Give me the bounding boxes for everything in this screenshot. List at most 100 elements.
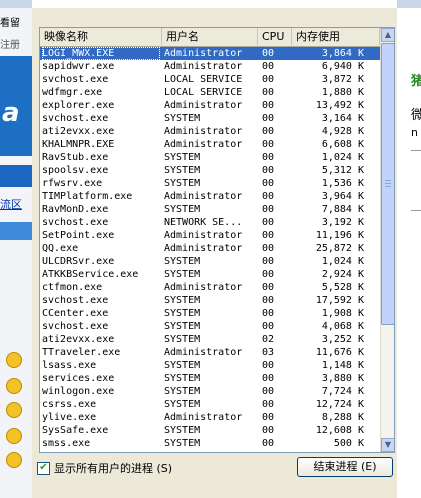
process-cpu: 00 — [262, 373, 275, 384]
show-all-users-checkbox[interactable]: ✔ — [37, 462, 50, 475]
process-user: SYSTEM — [164, 295, 201, 306]
process-row[interactable]: ati2evxx.exe SYSTEM 02 3,252 K — [40, 333, 380, 346]
process-list[interactable]: 映像名称 用户名 CPU 内存使用 LOGI_MWX.EXE Administra… — [39, 27, 395, 453]
process-cpu: 00 — [262, 87, 275, 98]
scroll-down-button[interactable]: ▼ — [381, 438, 394, 452]
process-row[interactable]: ylive.exe Administrator 00 8,288 K — [40, 411, 380, 424]
process-row[interactable]: wdfmgr.exe LOCAL SERVICE 00 1,880 K — [40, 86, 380, 99]
process-row[interactable]: ATKKBService.exe SYSTEM 00 2,924 K — [40, 268, 380, 281]
process-user: SYSTEM — [164, 152, 201, 163]
process-name: spoolsv.exe — [42, 165, 109, 176]
process-row[interactable]: TTraveler.exe Administrator 03 11,676 K — [40, 346, 380, 359]
process-memory: 6,608 K — [321, 139, 364, 150]
process-name: ULCDRSvr.exe — [42, 256, 115, 267]
column-header-image-name[interactable]: 映像名称 — [40, 28, 162, 45]
process-row[interactable]: ctfmon.exe Administrator 00 5,528 K — [40, 281, 380, 294]
processes-panel: 映像名称 用户名 CPU 内存使用 LOGI_MWX.EXE Administra… — [32, 8, 397, 498]
process-cpu: 00 — [262, 321, 275, 332]
process-cpu: 00 — [262, 438, 275, 449]
process-cpu: 00 — [262, 230, 275, 241]
process-cpu: 00 — [262, 126, 275, 137]
column-header-memory[interactable]: 内存使用 — [292, 28, 380, 45]
process-user: LOCAL SERVICE — [164, 74, 243, 85]
process-memory: 3,252 K — [321, 334, 364, 345]
process-row[interactable]: svchost.exe SYSTEM 00 4,068 K — [40, 320, 380, 333]
process-row[interactable]: winlogon.exe SYSTEM 00 7,724 K — [40, 385, 380, 398]
background-divider — [411, 210, 421, 211]
end-process-hotkey: (E) — [360, 460, 377, 473]
process-memory: 5,312 K — [321, 165, 364, 176]
process-row[interactable]: RavStub.exe SYSTEM 00 1,024 K — [40, 151, 380, 164]
process-row[interactable]: ULCDRSvr.exe SYSTEM 00 1,024 K — [40, 255, 380, 268]
process-row[interactable]: CCenter.exe SYSTEM 00 1,908 K — [40, 307, 380, 320]
process-memory: 4,928 K — [321, 126, 364, 137]
process-user: SYSTEM — [164, 113, 201, 124]
vertical-scrollbar[interactable]: ▲ ▼ — [380, 28, 394, 452]
background-text: 微 — [411, 108, 421, 123]
process-name: winlogon.exe — [42, 386, 115, 397]
process-row[interactable]: csrss.exe SYSTEM 00 12,724 K — [40, 398, 380, 411]
show-all-users-hotkey: (S) — [156, 462, 173, 475]
process-user: Administrator — [164, 126, 243, 137]
process-row[interactable]: explorer.exe Administrator 00 13,492 K — [40, 99, 380, 112]
process-cpu: 03 — [262, 347, 275, 358]
process-memory: 25,872 K — [315, 243, 364, 254]
process-row[interactable]: ati2evxx.exe Administrator 00 4,928 K — [40, 125, 380, 138]
process-name: svchost.exe — [42, 113, 109, 124]
process-row[interactable]: LOGI_MWX.EXE Administrator 00 3,864 K — [40, 47, 380, 60]
process-row[interactable]: SetPoint.exe Administrator 00 11,196 K — [40, 229, 380, 242]
process-memory: 3,164 K — [321, 113, 364, 124]
background-band — [0, 222, 32, 240]
emoticon-icon — [6, 452, 22, 468]
scroll-up-button[interactable]: ▲ — [381, 28, 394, 42]
process-name: LOGI_MWX.EXE — [42, 47, 160, 60]
process-row[interactable]: TIMPlatform.exe Administrator 00 3,964 K — [40, 190, 380, 203]
end-process-button[interactable]: 结束进程 (E) — [297, 457, 393, 477]
emoticon-icon — [6, 352, 22, 368]
process-row[interactable]: QQ.exe Administrator 00 25,872 K — [40, 242, 380, 255]
process-row[interactable]: spoolsv.exe SYSTEM 00 5,312 K — [40, 164, 380, 177]
scrollbar-thumb[interactable] — [381, 43, 394, 325]
column-header-cpu[interactable]: CPU — [258, 28, 292, 45]
process-row[interactable]: svchost.exe LOCAL SERVICE 00 3,872 K — [40, 73, 380, 86]
process-memory: 1,880 K — [321, 87, 364, 98]
emoticon-icon — [6, 402, 22, 418]
background-link[interactable]: 流区 — [0, 196, 22, 212]
process-cpu: 00 — [262, 386, 275, 397]
process-row[interactable]: RavMonD.exe SYSTEM 00 7,884 K — [40, 203, 380, 216]
process-cpu: 00 — [262, 178, 275, 189]
show-all-users-label[interactable]: 显示所有用户的进程 (S) — [54, 460, 172, 476]
process-name: RavMonD.exe — [42, 204, 109, 215]
background-text: 看留 — [0, 18, 20, 29]
process-row[interactable]: lsass.exe SYSTEM 00 1,148 K — [40, 359, 380, 372]
process-cpu: 00 — [262, 152, 275, 163]
process-memory: 12,608 K — [315, 425, 364, 436]
process-row[interactable]: rfwsrv.exe SYSTEM 00 1,536 K — [40, 177, 380, 190]
process-memory: 5,528 K — [321, 282, 364, 293]
process-cpu: 00 — [262, 243, 275, 254]
process-cpu: 00 — [262, 139, 275, 150]
process-name: services.exe — [42, 373, 115, 384]
process-user: Administrator — [164, 243, 243, 254]
process-row[interactable]: svchost.exe SYSTEM 00 17,592 K — [40, 294, 380, 307]
banner-letter: a — [2, 98, 20, 128]
process-name: ATKKBService.exe — [42, 269, 139, 280]
process-row[interactable]: services.exe SYSTEM 00 3,880 K — [40, 372, 380, 385]
process-name: ctfmon.exe — [42, 282, 103, 293]
column-header-user-name[interactable]: 用户名 — [162, 28, 258, 45]
process-row[interactable]: KHALMNPR.EXE Administrator 00 6,608 K — [40, 138, 380, 151]
process-name: svchost.exe — [42, 321, 109, 332]
process-rows: LOGI_MWX.EXE Administrator 00 3,864 Ksapidw… — [40, 47, 380, 452]
process-memory: 7,884 K — [321, 204, 364, 215]
process-name: TTraveler.exe — [42, 347, 121, 358]
process-row[interactable]: svchost.exe NETWORK SE... 00 3,192 K — [40, 216, 380, 229]
process-memory: 3,872 K — [321, 74, 364, 85]
process-user: Administrator — [164, 48, 243, 59]
process-row[interactable]: sapidwvr.exe Administrator 00 6,940 K — [40, 60, 380, 73]
process-user: Administrator — [164, 347, 243, 358]
process-row[interactable]: smss.exe SYSTEM 00 500 K — [40, 437, 380, 450]
process-user: SYSTEM — [164, 204, 201, 215]
process-memory: 3,192 K — [321, 217, 364, 228]
process-row[interactable]: SysSafe.exe SYSTEM 00 12,608 K — [40, 424, 380, 437]
process-row[interactable]: svchost.exe SYSTEM 00 3,164 K — [40, 112, 380, 125]
